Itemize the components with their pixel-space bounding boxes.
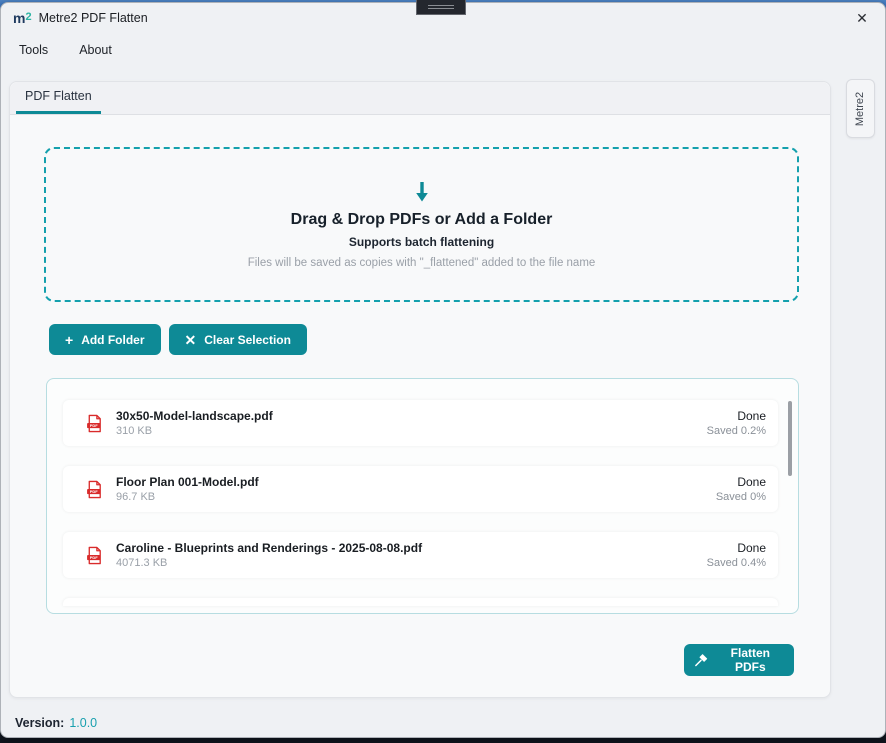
down-arrow-icon bbox=[414, 181, 430, 203]
file-saved-text: Saved 0.2% bbox=[707, 425, 766, 437]
close-icon: ✕ bbox=[856, 10, 868, 27]
flatten-pdfs-label: Flatten PDFs bbox=[717, 646, 784, 674]
dropzone-note: Files will be saved as copies with "_fla… bbox=[248, 257, 596, 269]
side-tab-label: Metre2 bbox=[855, 91, 867, 125]
plus-icon: + bbox=[65, 333, 73, 347]
version-label: Version: bbox=[15, 716, 64, 730]
toolbar: + Add Folder ✕ Clear Selection bbox=[49, 324, 307, 355]
file-info: Floor Plan 001-Model.pdf 96.7 KB bbox=[116, 475, 259, 503]
clear-selection-button[interactable]: ✕ Clear Selection bbox=[169, 324, 307, 355]
file-row[interactable]: PDF Floor Plan 001-Model.pdf 96.7 KB Don… bbox=[63, 466, 778, 512]
window-title: Metre2 PDF Flatten bbox=[39, 11, 148, 25]
clear-selection-label: Clear Selection bbox=[204, 333, 291, 347]
app-logo-icon: m2 bbox=[13, 10, 32, 26]
file-status: Done Saved 0% bbox=[716, 475, 766, 503]
app-window: m2 Metre2 PDF Flatten ✕ Tools About Metr… bbox=[0, 2, 886, 738]
file-status: Done Saved 0.2% bbox=[707, 409, 766, 437]
dropzone-heading: Drag & Drop PDFs or Add a Folder bbox=[291, 211, 553, 229]
flatten-pdfs-button[interactable]: Flatten PDFs bbox=[684, 644, 794, 676]
file-name: Caroline - Blueprints and Renderings - 2… bbox=[116, 541, 422, 555]
file-list: PDF 30x50-Model-landscape.pdf 310 KB Don… bbox=[46, 378, 799, 614]
file-size: 96.7 KB bbox=[116, 491, 259, 503]
file-rows: PDF 30x50-Model-landscape.pdf 310 KB Don… bbox=[63, 400, 778, 578]
menu-item-about[interactable]: About bbox=[77, 39, 114, 61]
svg-text:PDF: PDF bbox=[90, 423, 99, 428]
dropzone-subheading: Supports batch flattening bbox=[349, 235, 494, 249]
file-row[interactable]: PDF Caroline - Blueprints and Renderings… bbox=[63, 532, 778, 578]
tab-label: PDF Flatten bbox=[25, 89, 92, 103]
tab-pdf-flatten[interactable]: PDF Flatten bbox=[16, 81, 101, 114]
file-status-text: Done bbox=[737, 475, 766, 489]
file-status-text: Done bbox=[737, 409, 766, 423]
drag-drop-zone[interactable]: Drag & Drop PDFs or Add a Folder Support… bbox=[44, 147, 799, 302]
add-folder-label: Add Folder bbox=[81, 333, 144, 347]
file-saved-text: Saved 0% bbox=[716, 491, 766, 503]
add-folder-button[interactable]: + Add Folder bbox=[49, 324, 161, 355]
close-button[interactable]: ✕ bbox=[839, 3, 885, 33]
file-name: Floor Plan 001-Model.pdf bbox=[116, 475, 259, 489]
svg-text:PDF: PDF bbox=[90, 555, 99, 560]
menu-item-tools[interactable]: Tools bbox=[17, 39, 50, 61]
svg-text:PDF: PDF bbox=[90, 489, 99, 494]
menu-bar: Tools About bbox=[1, 33, 885, 67]
file-saved-text: Saved 0.4% bbox=[707, 557, 766, 569]
status-bar: Version: 1.0.0 bbox=[15, 716, 97, 730]
version-value: 1.0.0 bbox=[69, 716, 97, 730]
file-info: 30x50-Model-landscape.pdf 310 KB bbox=[116, 409, 273, 437]
file-size: 310 KB bbox=[116, 425, 273, 437]
hammer-icon bbox=[694, 652, 709, 668]
desktop-background: m2 Metre2 PDF Flatten ✕ Tools About Metr… bbox=[0, 0, 886, 743]
pdf-file-icon: PDF bbox=[85, 546, 104, 565]
tab-strip: PDF Flatten bbox=[10, 82, 830, 115]
pdf-file-icon: PDF bbox=[85, 414, 104, 433]
file-status-text: Done bbox=[737, 541, 766, 555]
snap-handle-line bbox=[428, 8, 454, 9]
file-info: Caroline - Blueprints and Renderings - 2… bbox=[116, 541, 422, 569]
main-panel: PDF Flatten Drag & Drop PDFs or Add a Fo… bbox=[9, 81, 831, 698]
file-name: 30x50-Model-landscape.pdf bbox=[116, 409, 273, 423]
side-tab-metre2[interactable]: Metre2 bbox=[846, 79, 875, 138]
pdf-file-icon: PDF bbox=[85, 480, 104, 499]
file-status: Done Saved 0.4% bbox=[707, 541, 766, 569]
file-size: 4071.3 KB bbox=[116, 557, 422, 569]
snap-layout-handle[interactable] bbox=[416, 0, 466, 15]
snap-handle-line bbox=[428, 5, 454, 6]
file-row[interactable]: PDF 30x50-Model-landscape.pdf 310 KB Don… bbox=[63, 400, 778, 446]
file-row-partial bbox=[63, 598, 778, 606]
cross-icon: ✕ bbox=[185, 333, 197, 347]
file-list-scrollbar[interactable] bbox=[788, 401, 792, 476]
